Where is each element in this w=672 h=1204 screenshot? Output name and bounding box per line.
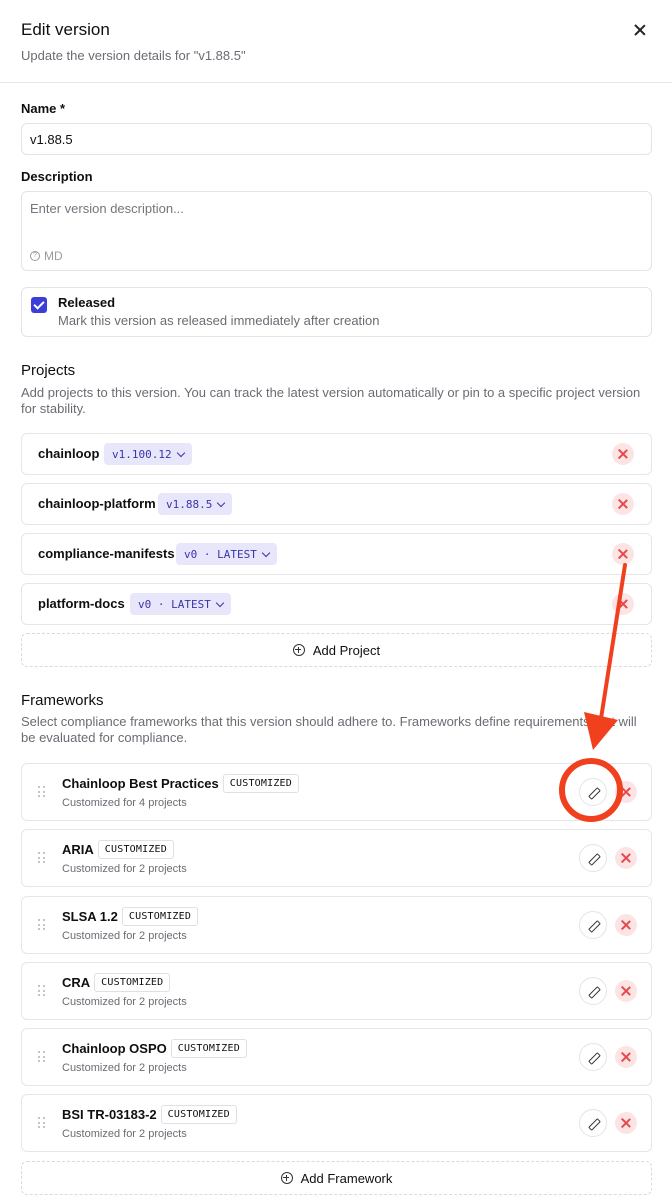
customized-badge: CUSTOMIZED bbox=[94, 973, 171, 992]
add-framework-button[interactable]: Add Framework bbox=[21, 1161, 652, 1195]
pencil-icon bbox=[589, 1119, 598, 1128]
frameworks-description: Select compliance frameworks that this v… bbox=[21, 714, 637, 745]
framework-subtitle: Customized for 2 projects bbox=[62, 863, 187, 875]
edit-framework-button[interactable] bbox=[579, 844, 607, 872]
projects-description: Add projects to this version. You can tr… bbox=[21, 385, 641, 416]
project-version-label: v1.100.12 bbox=[112, 447, 172, 461]
close-icon[interactable] bbox=[632, 22, 648, 38]
released-label: Released bbox=[58, 295, 116, 310]
dialog-title: Edit version bbox=[21, 20, 110, 39]
released-description: Mark this version as released immediatel… bbox=[58, 313, 380, 328]
customized-badge: CUSTOMIZED bbox=[170, 1039, 247, 1058]
remove-project-button[interactable] bbox=[612, 543, 634, 565]
name-input-value: v1.88.5 bbox=[30, 131, 73, 147]
pencil-icon bbox=[589, 788, 598, 797]
description-textarea[interactable]: Enter version description... ? MD bbox=[21, 191, 652, 271]
project-version-label: v0 · LATEST bbox=[138, 597, 211, 611]
framework-row: ARIA CUSTOMIZED Customized for 2 projects bbox=[21, 829, 652, 887]
add-framework-label: Add Framework bbox=[300, 1170, 393, 1186]
edit-framework-button[interactable] bbox=[579, 977, 607, 1005]
project-version-label: v1.88.5 bbox=[166, 497, 213, 511]
drag-handle-icon[interactable] bbox=[38, 786, 46, 798]
dialog-header: Edit version Update the version details … bbox=[0, 0, 672, 83]
description-label: Description bbox=[21, 169, 93, 184]
edit-framework-button[interactable] bbox=[579, 911, 607, 939]
chevron-down-icon bbox=[176, 448, 185, 457]
project-version-select[interactable]: v1.100.12 bbox=[104, 443, 192, 465]
customized-badge: CUSTOMIZED bbox=[121, 907, 199, 926]
remove-project-button[interactable] bbox=[612, 443, 634, 465]
customized-badge: CUSTOMIZED bbox=[97, 840, 174, 859]
released-checkbox[interactable] bbox=[31, 297, 47, 313]
drag-handle-icon[interactable] bbox=[38, 919, 46, 931]
drag-handle-icon[interactable] bbox=[38, 1051, 46, 1063]
framework-name: Chainloop Best Practices bbox=[62, 776, 219, 791]
add-project-button[interactable]: Add Project bbox=[21, 633, 652, 667]
framework-name: Chainloop OSPO bbox=[62, 1041, 167, 1056]
chevron-down-icon bbox=[215, 598, 225, 607]
framework-name: CRA bbox=[62, 975, 91, 990]
drag-handle-icon[interactable] bbox=[38, 985, 46, 997]
remove-framework-button[interactable] bbox=[615, 1112, 637, 1134]
framework-row: CRA CUSTOMIZED Customized for 2 projects bbox=[21, 962, 652, 1020]
remove-framework-button[interactable] bbox=[615, 1046, 637, 1068]
chevron-down-icon bbox=[217, 498, 226, 507]
framework-subtitle: Customized for 2 projects bbox=[62, 996, 187, 1008]
pencil-icon bbox=[589, 854, 598, 863]
drag-handle-icon[interactable] bbox=[38, 852, 46, 864]
project-row: chainloop-platform v1.88.5 bbox=[21, 483, 652, 525]
framework-name: BSI TR-03183-2 bbox=[62, 1107, 157, 1122]
remove-framework-button[interactable] bbox=[615, 980, 637, 1002]
framework-subtitle: Customized for 2 projects bbox=[62, 1128, 187, 1140]
markdown-hint: ? MD bbox=[30, 249, 63, 263]
add-project-label: Add Project bbox=[312, 642, 381, 658]
remove-project-button[interactable] bbox=[612, 493, 634, 515]
edit-framework-button[interactable] bbox=[579, 778, 607, 806]
customized-badge: CUSTOMIZED bbox=[222, 774, 299, 793]
frameworks-title: Frameworks bbox=[21, 692, 104, 709]
project-row: compliance-manifests v0 · LATEST bbox=[21, 533, 652, 575]
description-placeholder: Enter version description... bbox=[30, 201, 184, 216]
project-name: platform-docs bbox=[38, 596, 125, 611]
framework-name: SLSA 1.2 bbox=[62, 909, 118, 924]
project-version-select[interactable]: v0 · LATEST bbox=[130, 593, 231, 615]
framework-name: ARIA bbox=[62, 842, 94, 857]
project-name: compliance-manifests bbox=[38, 546, 175, 561]
markdown-icon: ? bbox=[30, 251, 40, 261]
project-row: platform-docs v0 · LATEST bbox=[21, 583, 652, 625]
plus-circle-icon bbox=[292, 644, 305, 656]
remove-framework-button[interactable] bbox=[615, 781, 637, 803]
framework-row: SLSA 1.2 CUSTOMIZED Customized for 2 proj… bbox=[21, 896, 652, 954]
framework-row: Chainloop Best Practices CUSTOMIZED Custo… bbox=[21, 763, 652, 821]
edit-framework-button[interactable] bbox=[579, 1043, 607, 1071]
chevron-down-icon bbox=[261, 548, 271, 557]
project-row: chainloop v1.100.12 bbox=[21, 433, 652, 475]
pencil-icon bbox=[589, 921, 598, 930]
remove-framework-button[interactable] bbox=[615, 847, 637, 869]
projects-title: Projects bbox=[21, 362, 76, 379]
framework-subtitle: Customized for 2 projects bbox=[62, 1062, 187, 1074]
project-version-select[interactable]: v1.88.5 bbox=[158, 493, 233, 515]
edit-framework-button[interactable] bbox=[579, 1109, 607, 1137]
project-name: chainloop-platform bbox=[38, 496, 156, 511]
pencil-icon bbox=[589, 987, 598, 996]
plus-circle-icon bbox=[280, 1172, 293, 1184]
released-option[interactable]: Released Mark this version as released i… bbox=[21, 287, 652, 337]
project-version-select[interactable]: v0 · LATEST bbox=[176, 543, 277, 565]
remove-framework-button[interactable] bbox=[615, 914, 637, 936]
drag-handle-icon[interactable] bbox=[38, 1117, 46, 1129]
dialog-subtitle: Update the version details for "v1.88.5" bbox=[21, 48, 246, 63]
remove-project-button[interactable] bbox=[612, 593, 634, 615]
markdown-hint-label: MD bbox=[44, 249, 63, 263]
project-name: chainloop bbox=[38, 446, 100, 461]
customized-badge: CUSTOMIZED bbox=[160, 1105, 237, 1124]
framework-row: Chainloop OSPO CUSTOMIZED Customized for … bbox=[21, 1028, 652, 1086]
project-version-label: v0 · LATEST bbox=[184, 547, 257, 561]
name-label: Name * bbox=[21, 101, 66, 116]
pencil-icon bbox=[589, 1053, 598, 1062]
framework-subtitle: Customized for 2 projects bbox=[62, 930, 187, 942]
framework-row: BSI TR-03183-2 CUSTOMIZED Customized for … bbox=[21, 1094, 652, 1152]
name-input[interactable]: v1.88.5 bbox=[21, 123, 652, 155]
framework-subtitle: Customized for 4 projects bbox=[62, 797, 187, 809]
